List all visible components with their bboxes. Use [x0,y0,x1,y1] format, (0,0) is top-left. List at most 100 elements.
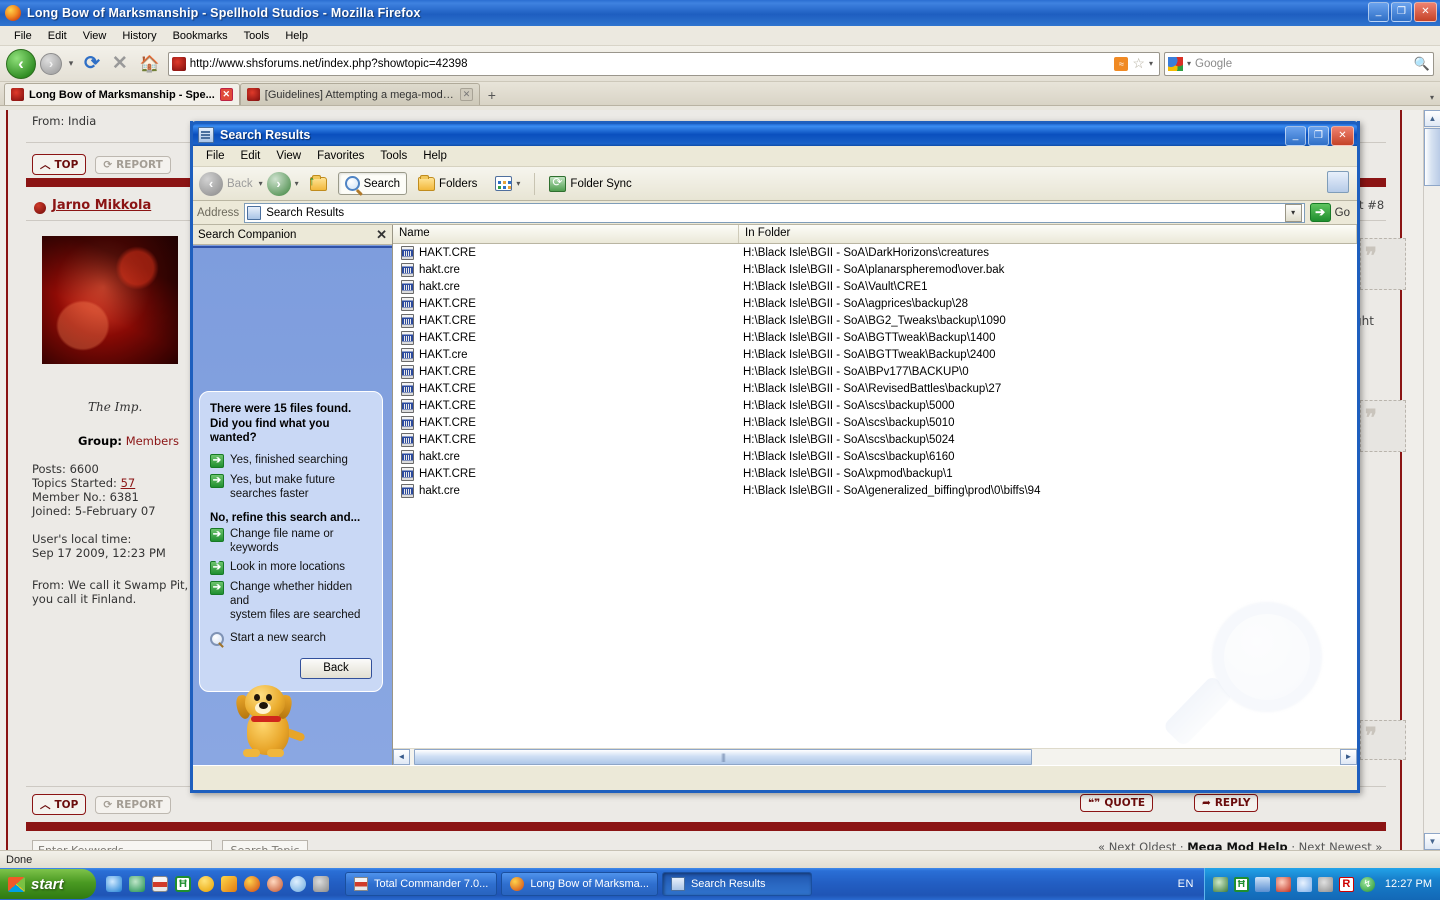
minimize-button[interactable]: _ [1285,126,1306,146]
table-row[interactable]: HAKT.CRE H:\Black Isle\BGII - SoA\agprice… [393,295,1357,312]
close-button[interactable]: ✕ [1414,2,1437,22]
network-icon[interactable] [1212,876,1228,892]
taskbar-button[interactable]: Long Bow of Marksma... [501,872,658,896]
search-bar[interactable]: ▾ Google 🔍 [1164,51,1434,76]
utility-icon[interactable] [313,876,329,892]
scrollbar-thumb[interactable] [1424,128,1440,186]
top-button[interactable]: ︿ TOP [32,154,87,175]
table-row[interactable]: hakt.cre H:\Black Isle\BGII - SoA\planars… [393,261,1357,278]
menu-help[interactable]: Help [277,28,316,44]
antivirus-icon[interactable]: R [1338,876,1354,892]
page-scrollbar[interactable]: ▲ ▼ [1423,110,1440,850]
minimize-button[interactable]: _ [1368,2,1389,22]
menu-view[interactable]: View [268,148,309,164]
scroll-up-icon[interactable]: ▲ [1424,110,1440,127]
chevron-down-icon[interactable]: ▾ [1149,59,1153,68]
next-oldest-link[interactable]: « Next Oldest · [1098,840,1184,850]
chevron-down-icon[interactable]: ▾ [1284,203,1302,222]
taskbar-button[interactable]: Total Commander 7.0... [345,872,498,896]
chevron-down-icon[interactable]: ▾ [259,179,263,188]
reload-icon[interactable]: ⟳ [80,52,104,75]
firefox-icon[interactable] [244,876,260,892]
search-input[interactable]: Google [1195,58,1410,70]
horizontal-scrollbar[interactable]: ◄ ||| ► [393,748,1357,765]
table-row[interactable]: HAKT.CRE H:\Black Isle\BGII - SoA\BPv177\… [393,363,1357,380]
total-commander-icon[interactable] [152,876,168,892]
menu-favorites[interactable]: Favorites [309,148,372,164]
close-icon[interactable]: ✕ [460,88,473,101]
new-tab-button[interactable]: + [480,87,504,105]
keywords-input[interactable]: Enter Keywords [32,840,212,850]
close-icon[interactable]: ✕ [376,227,387,243]
browser-tab-inactive[interactable]: [Guidelines] Attempting a mega-modific..… [239,83,480,105]
scroll-down-icon[interactable]: ▼ [1424,833,1440,850]
sound-device-icon[interactable] [1317,876,1333,892]
scrollbar-thumb[interactable]: ||| [414,749,1032,765]
chevron-down-icon[interactable]: ▾ [295,179,299,188]
menu-edit[interactable]: Edit [233,148,269,164]
back-button-icon[interactable]: ‹ [6,48,36,79]
companion-back-button[interactable]: Back [300,657,372,679]
address-input[interactable]: Search Results ▾ [244,202,1305,223]
picture-viewer-icon[interactable] [267,876,283,892]
close-icon[interactable]: ✕ [219,88,233,101]
chevron-down-icon[interactable]: ▾ [1187,59,1191,68]
media-player-icon[interactable] [290,876,306,892]
close-button[interactable]: ✕ [1331,126,1354,146]
start-button[interactable]: start [0,869,96,899]
table-row[interactable]: hakt.cre H:\Black Isle\BGII - SoA\Vault\C… [393,278,1357,295]
quote-button[interactable]: ❝❞ QUOTE [1080,794,1154,812]
table-row[interactable]: HAKT.CRE H:\Black Isle\BGII - SoA\BGTTwea… [393,329,1357,346]
option-yes-finished[interactable]: ➔ Yes, finished searching [210,454,372,469]
menu-file[interactable]: File [198,148,233,164]
table-row[interactable]: HAKT.cre H:\Black Isle\BGII - SoA\BGTTwea… [393,346,1357,363]
table-row[interactable]: HAKT.CRE H:\Black Isle\BGII - SoA\scs\bac… [393,397,1357,414]
language-indicator[interactable]: EN [1168,878,1204,890]
option-yes-faster[interactable]: ➔ Yes, but make future searches faster [210,474,372,502]
chevron-down-icon[interactable]: ▾ [66,58,76,69]
scroll-left-icon[interactable]: ◄ [393,749,410,765]
table-row[interactable]: HAKT.CRE H:\Black Isle\BGII - SoA\scs\bac… [393,431,1357,448]
taskbar-button[interactable]: Search Results [661,872,812,896]
report-button-bottom[interactable]: ⟳ REPORT [95,796,171,814]
menu-tools[interactable]: Tools [236,28,278,44]
chevron-down-icon[interactable]: ▾ [516,179,520,188]
update-icon[interactable]: ↯ [1359,876,1375,892]
forward-button-icon[interactable]: › [266,171,291,196]
column-header-name[interactable]: Name [393,225,739,243]
folders-toolbar-button[interactable]: Folders [411,173,484,195]
option-start-new-search[interactable]: Start a new search [210,631,372,646]
browser-tab-active[interactable]: Long Bow of Marksmanship - Spe... ✕ [4,83,240,105]
menu-edit[interactable]: Edit [40,28,75,44]
internet-explorer-icon[interactable] [106,876,122,892]
show-desktop-icon[interactable] [129,876,145,892]
volume-icon[interactable] [1296,876,1312,892]
winamp-tray-icon[interactable]: Ħ [1233,876,1249,892]
table-row[interactable]: HAKT.CRE H:\Black Isle\BGII - SoA\Revised… [393,380,1357,397]
menu-file[interactable]: File [6,28,40,44]
menu-help[interactable]: Help [415,148,455,164]
table-row[interactable]: hakt.cre H:\Black Isle\BGII - SoA\general… [393,482,1357,499]
option-look-more-locations[interactable]: ➔ Look in more locations [210,561,372,576]
tab-list-chevron-down-icon[interactable]: ▾ [1430,93,1434,102]
safely-remove-icon[interactable] [1275,876,1291,892]
report-button[interactable]: ⟳ REPORT [95,156,171,174]
top-button-bottom[interactable]: ︿ TOP [32,794,87,815]
smiley-messenger-icon[interactable] [198,876,214,892]
menu-view[interactable]: View [75,28,115,44]
search-results-list[interactable]: Name In Folder HAKT.CRE H:\Black Isle\BGI… [393,225,1357,765]
option-hidden-system-files[interactable]: ➔ Change whether hidden and system files… [210,581,372,622]
address-bar[interactable]: http://www.shsforums.net/index.php?showt… [167,51,1160,76]
topics-started-link[interactable]: 57 [121,476,136,490]
reply-button-bottom[interactable]: ➦ REPLY [1194,794,1259,812]
table-row[interactable]: HAKT.CRE H:\Black Isle\BGII - SoA\xpmod\b… [393,465,1357,482]
next-newest-link[interactable]: · Next Newest » [1291,840,1382,850]
maximize-button[interactable]: ❐ [1308,126,1329,146]
menu-bookmarks[interactable]: Bookmarks [165,28,236,44]
go-button[interactable]: ➔ Go [1309,203,1353,222]
winamp-icon[interactable]: Ħ [175,876,191,892]
scrollbar-track[interactable]: ||| [410,749,1340,765]
home-icon[interactable]: 🏠 [136,54,164,74]
search-dog-mascot-icon[interactable] [233,683,307,759]
stop-icon[interactable]: ✕ [108,52,132,75]
